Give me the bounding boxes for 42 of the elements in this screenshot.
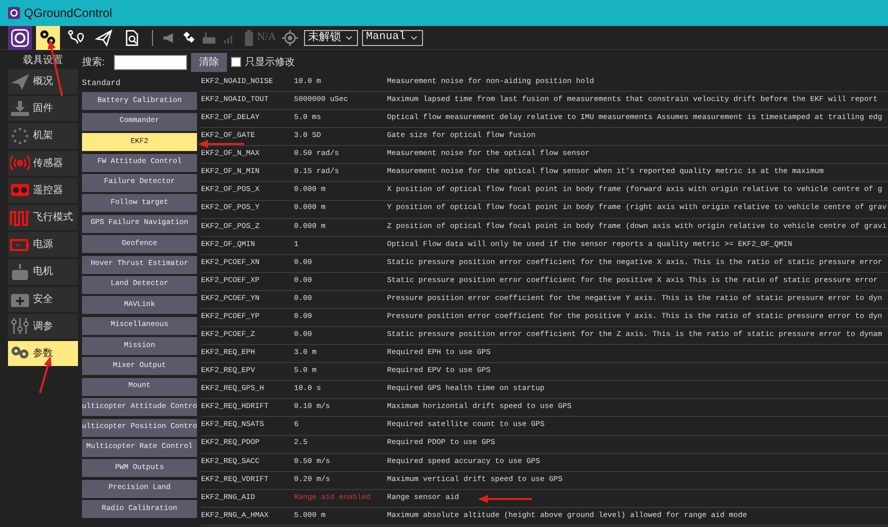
battery-reading: N/A (257, 30, 276, 46)
battery-icon (245, 30, 253, 46)
app-logo-icon (8, 7, 20, 19)
remote-control-icon (201, 30, 217, 46)
gears-icon (39, 28, 57, 46)
sidebar-item[interactable]: 固件 (8, 96, 78, 122)
window-title: QGroundControl (24, 5, 112, 22)
clear-button[interactable]: 清除 (191, 52, 227, 72)
sidebar-item[interactable]: 安全 (8, 286, 78, 312)
sliders-icon (10, 317, 30, 336)
arm-dropdown[interactable]: 未解锁 (304, 30, 358, 46)
group-label: Standard (82, 78, 122, 90)
sidebar-item[interactable]: 飞行模式 (8, 204, 78, 230)
sidebar-item[interactable]: 概况 (8, 69, 78, 94)
download-icon (10, 100, 30, 118)
route-icon (67, 28, 85, 46)
sidebar-item[interactable]: 传感器 (8, 150, 78, 176)
paper-plane-icon (10, 72, 30, 91)
broadcast-icon (10, 154, 30, 172)
sidebar-item[interactable]: 调参 (8, 314, 78, 339)
paper-plane-icon (95, 28, 113, 46)
sidebar-item[interactable]: 电机 (8, 259, 78, 284)
annotation-arrow (198, 140, 244, 148)
toolbar-button[interactable] (8, 26, 32, 50)
crosshair-icon (282, 30, 298, 46)
sidebar-item[interactable]: 遥控器 (8, 178, 78, 203)
checkbox-label: 只显示修改 (245, 56, 295, 70)
dotted-circle-icon (10, 126, 30, 145)
motor-icon (10, 262, 30, 281)
checkbox[interactable] (231, 57, 241, 67)
search-label: 搜索: (82, 56, 106, 70)
app-logo-icon (11, 28, 29, 46)
document-search-icon (123, 28, 141, 46)
annotation-arrow (39, 356, 52, 394)
search-field[interactable] (114, 54, 187, 70)
sidebar-item[interactable]: 机架 (8, 123, 78, 149)
square-wave-icon (10, 208, 30, 227)
sidebar-item[interactable]: 电源 (8, 232, 78, 258)
mode-dropdown[interactable]: Manual (362, 30, 423, 46)
annotation-arrow (478, 495, 532, 503)
sidebar-item[interactable]: 参数 (8, 340, 78, 366)
satellite-icon (181, 30, 197, 46)
